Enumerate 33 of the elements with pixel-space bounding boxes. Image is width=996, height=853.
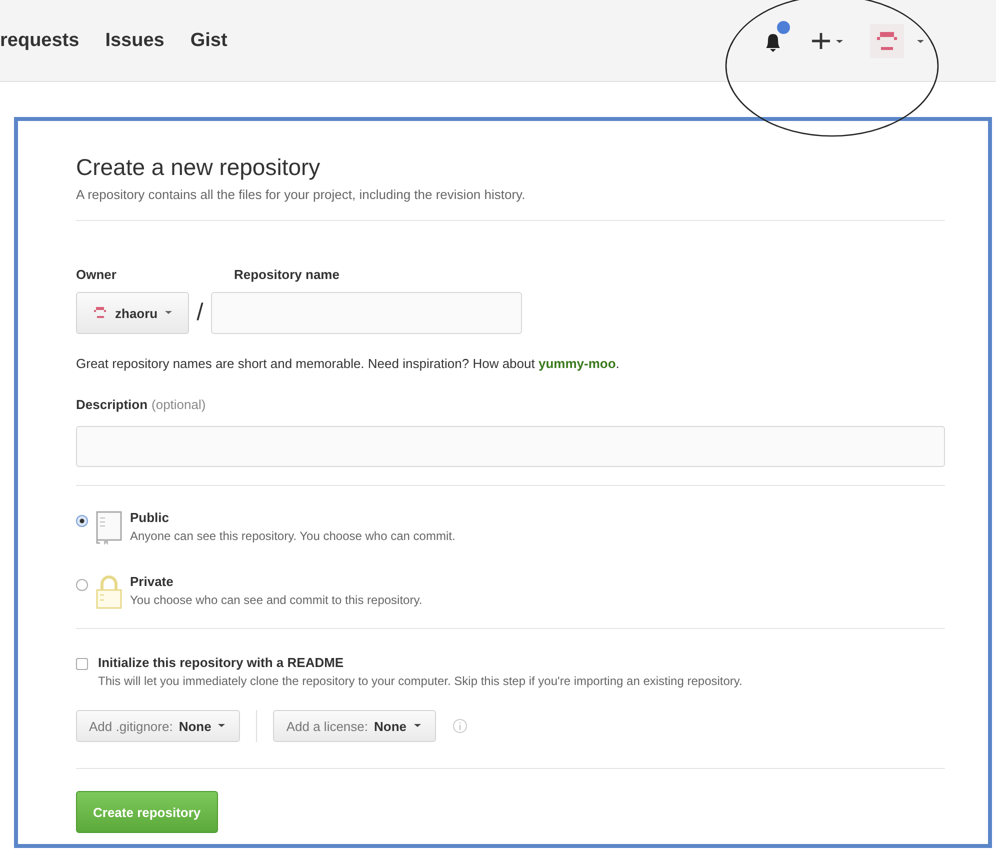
page-subtitle: A repository contains all the files for your project, including the revision history. xyxy=(76,187,526,202)
option-description: You choose who can see and commit to this repository. xyxy=(130,593,422,607)
field-label: Description xyxy=(76,397,148,412)
option-title: Public xyxy=(130,510,170,525)
checkbox-description: This will let you immediately clone the repository to your computer. Skip this step if you're importing an existing repository. xyxy=(98,674,742,688)
description-field[interactable] xyxy=(76,426,945,467)
field-label: Owner xyxy=(76,267,118,282)
plus-icon[interactable] xyxy=(810,30,844,50)
option-description: Anyone can see this repository. You choose who can commit. xyxy=(130,529,456,543)
field-label: Repository name xyxy=(234,267,340,282)
nav-link[interactable]: requests xyxy=(0,30,80,52)
info-icon[interactable] xyxy=(452,718,468,734)
option-title: Private xyxy=(130,574,174,589)
book-icon xyxy=(94,510,124,546)
nav-link[interactable]: Issues xyxy=(105,30,164,52)
page-title: Create a new repository xyxy=(76,154,322,181)
caret-icon xyxy=(164,310,174,316)
nav-link[interactable]: Gist xyxy=(190,30,228,52)
suggestion-link[interactable]: yummy-moo xyxy=(538,356,616,371)
radio-button[interactable] xyxy=(76,515,88,527)
repository-name-field[interactable] xyxy=(211,292,522,334)
gitignore-dropdown[interactable]: Add .gitignore: None xyxy=(76,710,240,742)
path-separator: / xyxy=(196,299,204,327)
checkbox[interactable] xyxy=(76,658,88,670)
caret-icon xyxy=(217,723,228,729)
optional-note: (optional) xyxy=(152,397,206,412)
name-hint: Great repository names are short and memorable. Need inspiration? How about yummy-moo. xyxy=(76,356,620,371)
owner-dropdown[interactable]: zhaoru xyxy=(76,292,189,334)
radio-button[interactable] xyxy=(76,579,88,591)
checkbox-label: Initialize this repository with a README xyxy=(98,655,345,670)
caret-icon xyxy=(412,723,423,729)
license-dropdown[interactable]: Add a license: None xyxy=(273,710,436,742)
padlock-icon xyxy=(94,574,124,610)
